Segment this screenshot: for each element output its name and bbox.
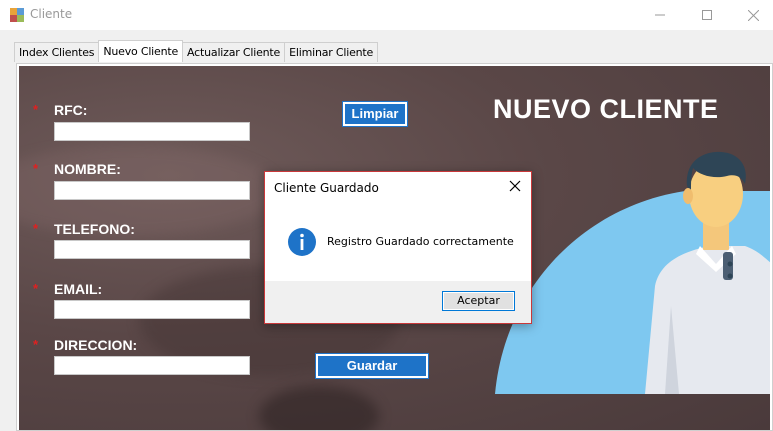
maximize-icon	[702, 10, 712, 20]
nombre-label: NOMBRE:	[54, 161, 121, 177]
tab-strip: Index Clientes Nuevo Cliente Actualizar …	[14, 40, 379, 62]
rfc-label: RFC:	[54, 102, 88, 118]
email-field[interactable]	[54, 300, 250, 319]
app-form-icon	[10, 8, 24, 22]
nombre-field[interactable]	[54, 181, 250, 200]
dialog-message: Registro Guardado correctamente	[327, 235, 514, 248]
rfc-field[interactable]	[54, 122, 250, 141]
email-label: EMAIL:	[54, 281, 103, 297]
app-window: Cliente Index Clientes Nuevo Cliente Act…	[0, 0, 773, 431]
close-button[interactable]	[730, 0, 773, 30]
required-marker: *	[33, 281, 39, 296]
direccion-label: DIRECCION:	[54, 337, 138, 353]
tab-actualizar-cliente[interactable]: Actualizar Cliente	[182, 42, 286, 62]
telefono-field[interactable]	[54, 240, 250, 259]
minimize-button[interactable]	[637, 0, 683, 30]
tab-index-clientes[interactable]: Index Clientes	[14, 42, 100, 62]
client-illustration	[495, 151, 770, 394]
dialog-body: Registro Guardado correctamente	[265, 205, 531, 281]
minimize-icon	[655, 14, 665, 16]
maximize-button[interactable]	[684, 0, 730, 30]
dialog-close-icon[interactable]	[507, 178, 523, 194]
window-title: Cliente	[30, 7, 73, 21]
close-icon	[747, 9, 759, 21]
dialog-title: Cliente Guardado	[274, 181, 379, 195]
tab-eliminar-cliente[interactable]: Eliminar Cliente	[284, 42, 379, 62]
limpiar-button[interactable]: Limpiar	[342, 101, 408, 127]
info-icon	[288, 228, 316, 256]
guardar-button[interactable]: Guardar	[315, 353, 429, 379]
dialog-footer: Aceptar	[265, 281, 531, 323]
aceptar-button[interactable]: Aceptar	[442, 291, 515, 311]
required-marker: *	[33, 102, 39, 117]
telefono-label: TELEFONO:	[54, 221, 135, 237]
title-bar: Cliente	[0, 0, 773, 30]
required-marker: *	[33, 337, 39, 352]
saved-dialog: Cliente Guardado Registro Guardado corre…	[264, 171, 532, 324]
direccion-field[interactable]	[54, 356, 250, 375]
required-marker: *	[33, 221, 39, 236]
page-title: NUEVO CLIENTE	[493, 94, 719, 124]
tab-nuevo-cliente[interactable]: Nuevo Cliente	[98, 40, 184, 62]
required-marker: *	[33, 161, 39, 176]
